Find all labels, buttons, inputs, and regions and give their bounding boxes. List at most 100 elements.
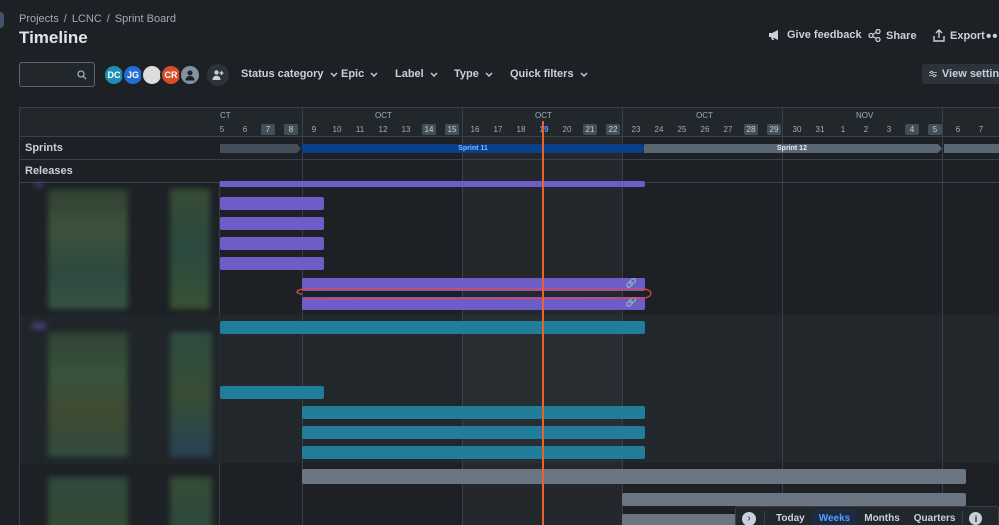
day-label: 7 [261,124,275,135]
epic-label: Epic [341,68,365,80]
day-label: 26 [700,125,710,134]
issue-list-panel: Sprints Releases [19,107,220,525]
issue-list-header [20,107,220,137]
issue-bar[interactable] [220,257,324,270]
day-label: 7 [978,125,984,134]
chevron-down-icon [330,72,338,77]
label-filter[interactable]: Label [395,68,438,80]
month-label: NOV [856,111,874,120]
quarters-button[interactable]: Quarters [907,509,963,525]
today-button[interactable]: Today [769,509,812,525]
releases-row [220,160,999,183]
day-label: 19 [539,125,549,134]
month-label: CT [220,111,231,120]
sprint-13-bar[interactable] [944,144,999,153]
issue-bar[interactable] [302,426,645,439]
epic-bar[interactable] [302,469,966,484]
month-label: OCT [535,111,552,120]
blurred-epic-marker [34,183,44,187]
export-button[interactable]: Export [933,29,985,42]
share-button[interactable]: Share [868,29,917,42]
day-label: 1 [840,125,846,134]
search-icon [77,70,87,80]
day-label: 4 [905,124,919,135]
sprint-11-label: Sprint 11 [458,145,488,152]
issue-bar[interactable] [220,237,324,250]
issue-bar[interactable] [302,446,645,459]
breadcrumb-separator: / [106,13,110,25]
weeks-button[interactable]: Weeks [811,509,858,525]
divider [962,510,964,525]
view-settings-button[interactable]: View settings [922,64,999,84]
day-label: 24 [654,125,664,134]
avatar-default[interactable] [179,64,201,86]
breadcrumb: Projects / LCNC / Sprint Board [19,13,176,25]
quick-filters-dropdown[interactable]: Quick filters [510,68,588,80]
give-feedback-button[interactable]: Give feedback [768,29,862,41]
chevron-right-icon[interactable]: › [742,511,756,525]
day-label: 9 [311,125,317,134]
blurred-issue-titles [48,332,128,457]
blurred-issue-status [170,189,210,309]
day-label: 5 [928,124,942,135]
day-label: 10 [332,125,342,134]
label-label: Label [395,68,424,80]
share-label: Share [886,29,917,42]
left-edge-nav-handle[interactable] [0,12,4,28]
months-button[interactable]: Months [857,509,907,525]
releases-row-label[interactable]: Releases [20,160,220,183]
blurred-issue-titles [48,477,128,525]
divider [764,510,765,525]
chevron-down-icon [485,72,493,77]
more-actions-button[interactable]: ••• [986,28,999,45]
blurred-issue-titles [48,189,128,309]
issue-bar[interactable] [622,493,966,506]
day-label: 13 [401,125,411,134]
day-label: 11 [355,125,365,134]
dependency-highlight [296,288,652,300]
day-label: 29 [767,124,781,135]
add-person-icon [212,70,224,80]
issue-bar[interactable] [220,197,324,210]
sprint-12-label: Sprint 12 [777,145,807,152]
breadcrumb-lcnc[interactable]: LCNC [72,13,102,25]
day-label: 30 [792,125,802,134]
type-filter[interactable]: Type [454,68,493,80]
sprint-10-bar[interactable] [220,144,301,153]
breadcrumb-separator: / [63,13,67,25]
add-people-button[interactable] [207,64,229,86]
issue-bar[interactable] [220,386,324,399]
sprints-row-label[interactable]: Sprints [20,137,220,160]
chevron-down-icon [370,72,378,77]
issue-bar[interactable] [302,406,645,419]
search-input[interactable] [19,62,95,87]
status-category-label: Status category [241,68,324,80]
timeline-grid[interactable]: CT OCT OCT OCT NOV 5 6 7 8 9 10 11 12 13 14 15 16 17 18 19… [220,107,999,525]
type-label: Type [454,68,479,80]
sliders-icon [929,70,937,78]
today-marker-line [542,121,544,525]
info-icon[interactable]: i [969,512,983,525]
epic-filter[interactable]: Epic [341,68,378,80]
breadcrumb-sprint-board[interactable]: Sprint Board [115,13,176,25]
chevron-down-icon [580,72,588,77]
month-label: OCT [375,111,392,120]
day-label: 22 [606,124,620,135]
epic-bar[interactable] [220,181,645,187]
day-label: 28 [744,124,758,135]
day-label: 18 [516,125,526,134]
export-label: Export [950,29,985,42]
epic-bar[interactable] [220,321,645,334]
issue-bar[interactable] [220,217,324,230]
blurred-issue-status [170,477,212,525]
day-label: 21 [583,124,597,135]
day-label: 5 [220,125,225,134]
breadcrumb-projects[interactable]: Projects [19,13,59,25]
status-category-filter[interactable]: Status category [241,68,338,80]
day-label: 6 [242,125,248,134]
day-label: 25 [677,125,687,134]
day-label: 8 [284,124,298,135]
page-title: Timeline [19,28,88,47]
day-label: 12 [378,125,388,134]
day-label: 2 [863,125,869,134]
